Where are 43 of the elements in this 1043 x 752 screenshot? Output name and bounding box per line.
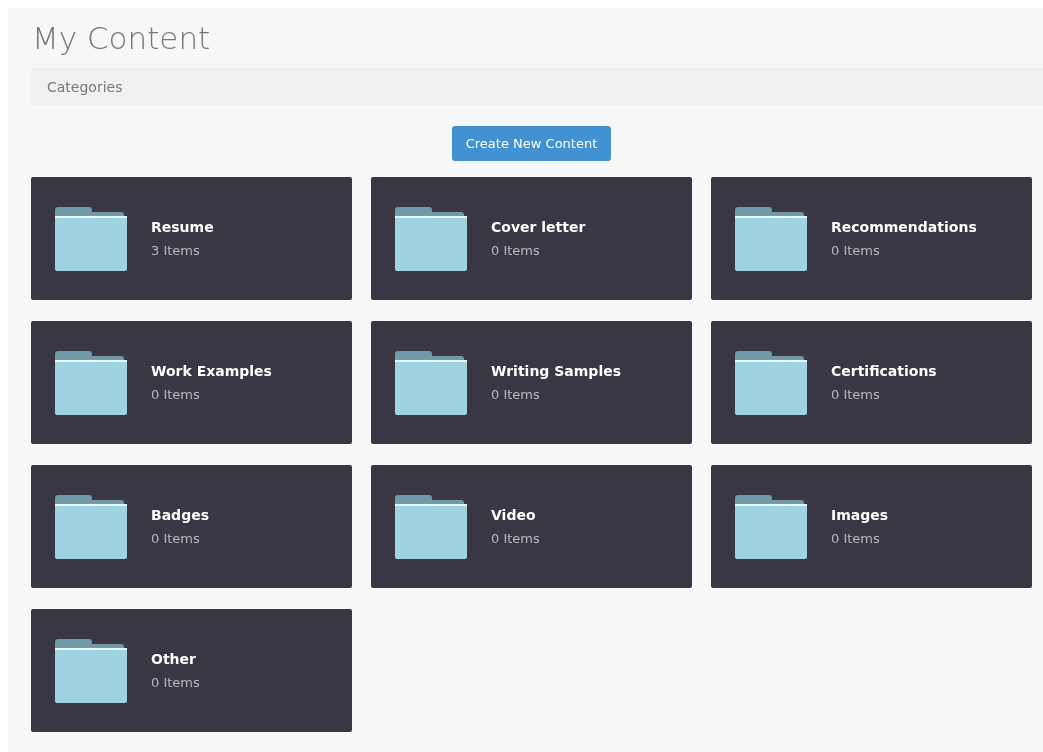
folder-icon (395, 206, 467, 271)
folder-icon (55, 494, 127, 559)
item-count: 3 Items (151, 243, 201, 258)
folder-card[interactable]: Writing Samples 0 Items (371, 321, 692, 444)
folder-name: Other (151, 651, 197, 667)
item-count: 0 Items (831, 387, 881, 402)
folder-card[interactable]: Badges 0 Items (31, 465, 352, 588)
folder-icon (55, 638, 127, 703)
folder-card[interactable]: Resume 3 Items (31, 177, 352, 300)
folder-name: Cover letter (491, 219, 586, 235)
folder-icon (735, 494, 807, 559)
folder-name: Recommendations (831, 219, 977, 235)
folder-card[interactable]: Work Examples 0 Items (31, 321, 352, 444)
folder-name: Work Examples (151, 363, 272, 379)
folder-card[interactable]: Video 0 Items (371, 465, 692, 588)
folder-card[interactable]: Certifications 0 Items (711, 321, 1032, 444)
folder-name: Badges (151, 507, 209, 523)
folder-icon (395, 350, 467, 415)
folder-name: Certifications (831, 363, 937, 379)
folder-card[interactable]: Recommendations 0 Items (711, 177, 1032, 300)
folder-name: Video (491, 507, 537, 523)
folder-icon (735, 206, 807, 271)
item-count: 0 Items (491, 243, 541, 258)
folder-icon (55, 350, 127, 415)
folder-name: Resume (151, 219, 214, 235)
item-count: 0 Items (151, 387, 201, 402)
page-title: My Content (31, 19, 212, 58)
categories-label: Categories (47, 78, 123, 95)
folder-name: Writing Samples (491, 363, 622, 379)
folder-name: Images (831, 507, 889, 523)
folder-icon (55, 206, 127, 271)
folder-card[interactable]: Cover letter 0 Items (371, 177, 692, 300)
item-count: 0 Items (151, 531, 201, 546)
item-count: 0 Items (831, 531, 881, 546)
folder-card[interactable]: Other 0 Items (31, 609, 352, 732)
folder-icon (395, 494, 467, 559)
item-count: 0 Items (491, 387, 541, 402)
folder-icon (735, 350, 807, 415)
item-count: 0 Items (831, 243, 881, 258)
item-count: 0 Items (151, 675, 200, 690)
item-count: 0 Items (491, 531, 540, 546)
categories-bar[interactable]: Categories (31, 68, 1043, 105)
folder-card[interactable]: Images 0 Items (711, 465, 1032, 588)
